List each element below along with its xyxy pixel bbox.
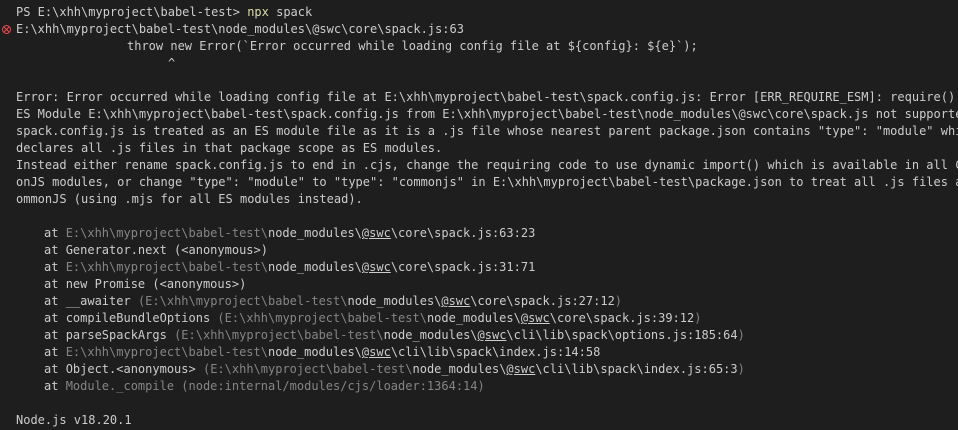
stack-file: \core\spack.js:63:23 <box>390 226 536 240</box>
stack-package: @swc <box>441 294 471 308</box>
message-line: declares all .js files in that package s… <box>16 141 443 155</box>
error-icon <box>2 25 11 34</box>
message-line: onJS modules, or change "type": "module"… <box>16 175 958 189</box>
stack-function: __awaiter <box>65 294 138 308</box>
message-line: ommonJS (using .mjs for all ES modules i… <box>16 192 363 206</box>
stack-path: node_modules\ <box>383 328 478 342</box>
stack-path-dim: E:\xhh\myproject\babel-test\ <box>181 328 384 342</box>
stack-at: at <box>44 226 66 240</box>
terminal-output[interactable]: PS E:\xhh\myproject\babel-test> npx spac… <box>0 0 958 430</box>
stack-frame: at Module._compile (node:internal/module… <box>0 378 958 395</box>
stack-file: \cli\lib\spack\index.js:65:3 <box>535 362 738 376</box>
error-location-line: E:\xhh\myproject\babel-test\node_modules… <box>0 21 958 38</box>
stack-frame: at E:\xhh\myproject\babel-test\node_modu… <box>0 344 958 361</box>
stack-at: at <box>44 243 66 257</box>
stack-frame: at compileBundleOptions (E:\xhh\myprojec… <box>0 310 958 327</box>
stack-package: @swc <box>361 345 391 359</box>
stack-function: new Promise (<anonymous>) <box>65 277 247 291</box>
error-message: Error: Error occurred while loading conf… <box>0 89 958 208</box>
stack-package: @swc <box>361 260 391 274</box>
message-line: Instead either rename spack.config.js to… <box>16 158 958 172</box>
stack-paren: ) <box>694 311 702 325</box>
prompt-argument: spack <box>268 5 313 19</box>
stack-paren: ) <box>737 328 745 342</box>
stack-function: Object.<anonymous> <box>65 362 203 376</box>
stack-trace: at E:\xhh\myproject\babel-test\node_modu… <box>0 225 958 395</box>
stack-path-dim: E:\xhh\myproject\babel-test\ <box>65 345 268 359</box>
stack-path-dim: E:\xhh\myproject\babel-test\ <box>145 294 348 308</box>
stack-at: at <box>44 379 66 393</box>
stack-frame: at new Promise (<anonymous>) <box>0 276 958 293</box>
stack-path: node_modules\ <box>426 311 521 325</box>
message-line: ES Module E:\xhh\myproject\babel-test\sp… <box>16 107 958 121</box>
prompt-line: PS E:\xhh\myproject\babel-test> npx spac… <box>0 4 958 21</box>
stack-file: \core\spack.js:31:71 <box>390 260 536 274</box>
stack-frame: at E:\xhh\myproject\babel-test\node_modu… <box>0 259 958 276</box>
stack-package: @swc <box>520 311 550 325</box>
stack-file: \cli\lib\spack\index.js:14:58 <box>390 345 601 359</box>
stack-frame: at E:\xhh\myproject\babel-test\node_modu… <box>0 225 958 242</box>
stack-file: \core\spack.js:27:12 <box>470 294 615 308</box>
message-line: Error: Error occurred while loading conf… <box>16 90 958 104</box>
node-version: Node.js v18.20.1 <box>16 413 132 427</box>
stack-at: at <box>44 345 66 359</box>
stack-file: \cli\lib\spack\options.js:185:64 <box>506 328 738 342</box>
message-line: spack.config.js is treated as an ES modu… <box>16 124 958 138</box>
stack-path-dim: E:\xhh\myproject\babel-test\ <box>65 260 268 274</box>
stack-package: @swc <box>506 362 536 376</box>
stack-path: node_modules\ <box>347 294 442 308</box>
stack-paren: ) <box>737 362 745 376</box>
stack-path: node_modules\ <box>267 345 362 359</box>
stack-path: node_modules\ <box>412 362 507 376</box>
stack-path: node_modules\ <box>267 226 362 240</box>
stack-frame: at Object.<anonymous> (E:\xhh\myproject\… <box>0 361 958 378</box>
stack-path-dim: Module._compile (node:internal/modules/c… <box>65 379 485 393</box>
stack-path: node_modules\ <box>267 260 362 274</box>
stack-at: at <box>44 362 66 376</box>
stack-package: @swc <box>361 226 391 240</box>
caret-line: ^ <box>168 56 176 70</box>
stack-path-dim: E:\xhh\myproject\babel-test\ <box>224 311 427 325</box>
error-location: E:\xhh\myproject\babel-test\node_modules… <box>16 22 464 36</box>
stack-path-dim: E:\xhh\myproject\babel-test\ <box>210 362 413 376</box>
stack-frame: at __awaiter (E:\xhh\myproject\babel-tes… <box>0 293 958 310</box>
code-line: throw new Error(`Error occurred while lo… <box>127 39 698 53</box>
stack-function: Generator.next (<anonymous>) <box>65 243 268 257</box>
stack-at: at <box>44 260 66 274</box>
prompt-command: npx <box>247 5 269 19</box>
stack-package: @swc <box>477 328 507 342</box>
stack-file: \core\spack.js:39:12 <box>549 311 695 325</box>
stack-path-dim: E:\xhh\myproject\babel-test\ <box>65 226 268 240</box>
prompt-path: PS E:\xhh\myproject\babel-test> <box>16 5 248 19</box>
stack-function: parseSpackArgs <box>65 328 175 342</box>
stack-frame: at Generator.next (<anonymous>) <box>0 242 958 259</box>
stack-at: at <box>44 294 66 308</box>
stack-function: compileBundleOptions <box>65 311 218 325</box>
stack-paren: ) <box>614 294 623 308</box>
stack-at: at <box>44 277 66 291</box>
stack-at: at <box>44 311 66 325</box>
stack-at: at <box>44 328 66 342</box>
stack-paren: ( <box>217 311 225 325</box>
stack-frame: at parseSpackArgs (E:\xhh\myproject\babe… <box>0 327 958 344</box>
